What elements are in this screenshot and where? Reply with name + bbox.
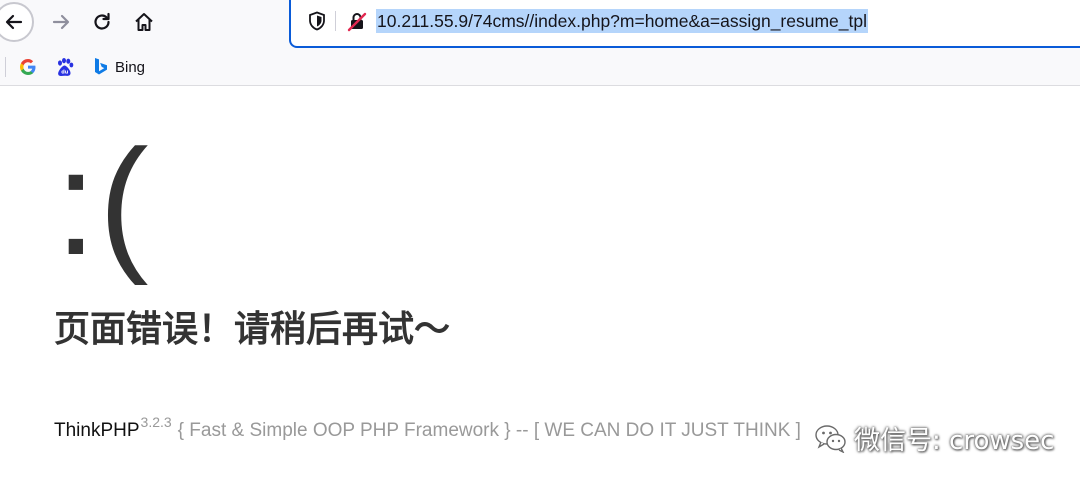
reload-icon [94, 12, 110, 30]
bookmarks-separator [5, 57, 6, 77]
watermark-text: 微信号: crowsec [854, 425, 1055, 456]
bookmark-google[interactable] [19, 56, 37, 78]
framework-name: ThinkPHP [54, 420, 140, 441]
sad-face: :( [55, 118, 151, 286]
home-icon [135, 13, 153, 31]
forward-arrow-icon [52, 14, 70, 30]
reload-button[interactable] [82, 2, 122, 42]
baidu-icon: du [58, 58, 74, 76]
tracking-protection-shield-icon[interactable] [308, 11, 326, 31]
back-arrow-icon [0, 2, 34, 42]
wechat-watermark: 微信号: crowsec [814, 420, 1054, 456]
address-bar[interactable]: 10.211.55.9/74cms//index.php?m=home&a=as… [289, 0, 1080, 48]
framework-slogan: { Fast & Simple OOP PHP Framework } -- [… [177, 420, 801, 441]
bookmark-bing[interactable]: Bing [93, 56, 145, 78]
url-divider [335, 11, 336, 31]
bookmark-baidu[interactable]: du [55, 56, 75, 78]
browser-toolbar: 10.211.55.9/74cms//index.php?m=home&a=as… [0, 0, 1080, 48]
bookmark-label: Bing [115, 58, 146, 76]
bookmarks-toolbar: du Bing [0, 48, 1080, 86]
forward-button[interactable] [41, 2, 81, 42]
url-text[interactable]: 10.211.55.9/74cms//index.php?m=home&a=as… [376, 9, 868, 33]
bing-icon [95, 58, 107, 75]
framework-version: 3.2.3 [140, 414, 172, 430]
insecure-lock-icon[interactable] [346, 10, 368, 32]
framework-footer: ThinkPHP3.2.3 { Fast & Simple OOP PHP Fra… [54, 414, 801, 442]
back-button[interactable] [0, 2, 34, 42]
error-message: 页面错误！请稍后再试～ [54, 309, 451, 350]
home-button[interactable] [124, 2, 164, 42]
svg-text:du: du [61, 70, 69, 76]
wechat-icon [815, 425, 846, 453]
google-icon [20, 59, 36, 75]
